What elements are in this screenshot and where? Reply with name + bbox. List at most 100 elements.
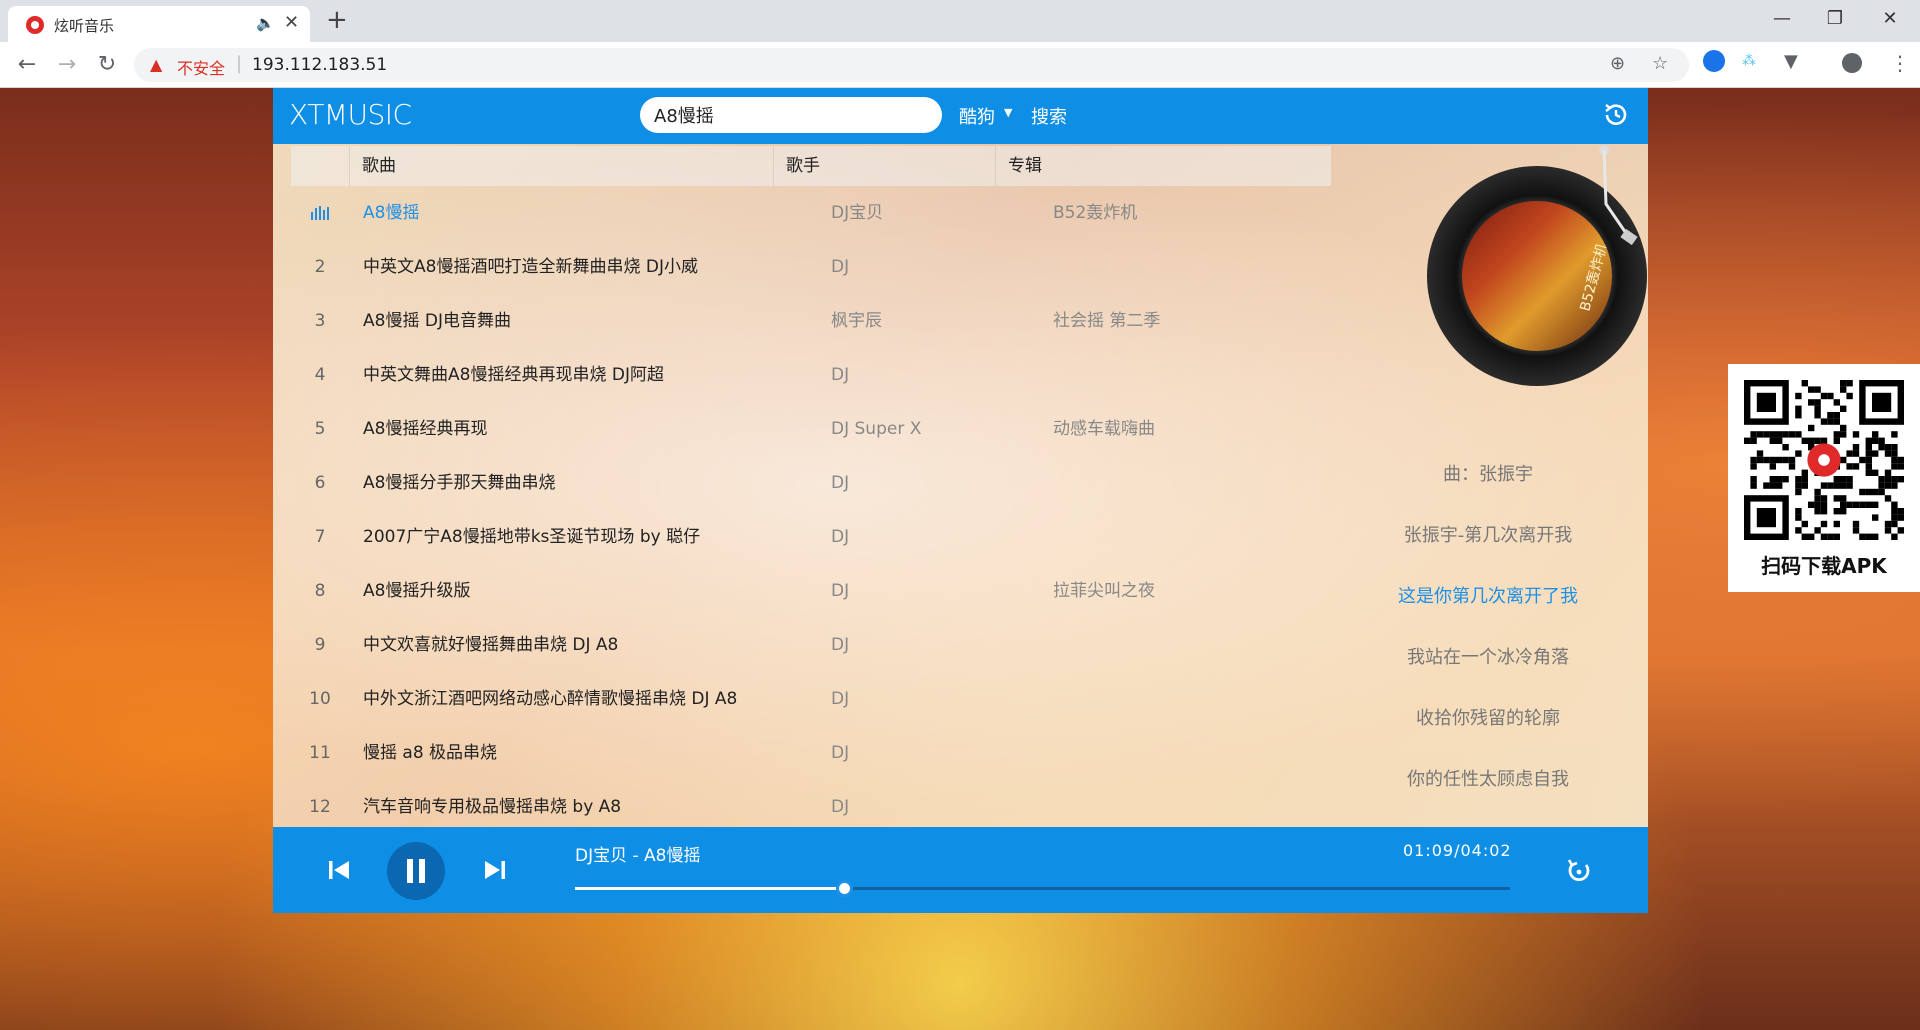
song-row[interactable]: 5 A8慢摇经典再现 DJ Super X 动感车载嗨曲 xyxy=(291,402,1331,456)
next-track-button[interactable] xyxy=(481,856,509,884)
restore-icon[interactable]: ❐ xyxy=(1805,4,1865,34)
previous-track-button[interactable] xyxy=(325,856,353,884)
row-index: 6 xyxy=(314,473,326,493)
song-row[interactable]: 4 中英文舞曲A8慢摇经典再现串烧 DJ阿超 DJ xyxy=(291,348,1331,402)
row-album[interactable]: B52轰炸机 xyxy=(1053,186,1137,240)
player-bar: DJ宝贝 - A8慢摇 01:09/04:02 xyxy=(273,827,1648,913)
search-input[interactable] xyxy=(640,97,942,133)
row-song-title[interactable]: A8慢摇分手那天舞曲串烧 xyxy=(363,456,555,510)
row-singer[interactable]: DJ Super X xyxy=(831,402,921,456)
row-singer[interactable]: DJ xyxy=(831,672,849,726)
row-song-title[interactable]: 汽车音响专用极品慢摇串烧 by A8 xyxy=(363,780,621,827)
row-song-title[interactable]: A8慢摇升级版 xyxy=(363,564,470,618)
qr-download-card[interactable]: 扫码下载APK xyxy=(1728,364,1920,592)
header-song: 歌曲 xyxy=(349,146,773,186)
row-song-title[interactable]: 2007广宁A8慢摇地带ks圣诞节现场 by 聪仔 xyxy=(363,510,700,564)
lyric-line-current: 这是你第几次离开了我 xyxy=(1398,586,1578,607)
tab-close-icon[interactable]: ✕ xyxy=(284,12,299,33)
app-header: XTMUSIC 酷狗 ▼ 搜索 xyxy=(273,88,1648,144)
row-song-title[interactable]: 中英文舞曲A8慢摇经典再现串烧 DJ阿超 xyxy=(363,348,664,402)
row-singer[interactable]: DJ xyxy=(831,726,849,780)
app-logo[interactable]: XTMUSIC xyxy=(289,98,412,131)
row-singer[interactable]: 枫宇辰 xyxy=(831,294,882,348)
header-index xyxy=(291,146,349,186)
address-bar[interactable]: ▲ 不安全 | 193.112.183.51 ⊕ ☆ xyxy=(134,48,1689,82)
now-playing-title: DJ宝贝 - A8慢摇 xyxy=(575,846,701,866)
row-index: 3 xyxy=(314,311,326,331)
forward-arrow-icon[interactable]: → xyxy=(52,50,82,80)
row-song-title[interactable]: 中英文A8慢摇酒吧打造全新舞曲串烧 DJ小威 xyxy=(363,240,698,294)
song-row[interactable]: 3 A8慢摇 DJ电音舞曲 枫宇辰 社会摇 第二季 xyxy=(291,294,1331,348)
extension-icon[interactable] xyxy=(1703,50,1725,72)
song-row[interactable]: 10 中外文浙江酒吧网络动感心醉情歌慢摇串烧 DJ A8 DJ xyxy=(291,672,1331,726)
extension-translate-icon[interactable]: ⁂ xyxy=(1742,53,1756,69)
row-singer[interactable]: DJ xyxy=(831,510,849,564)
row-song-title[interactable]: A8慢摇 DJ电音舞曲 xyxy=(363,294,511,348)
song-rows: A8慢摇 DJ宝贝 B52轰炸机 2 中英文A8慢摇酒吧打造全新舞曲串烧 DJ小威 DJ 3… xyxy=(291,186,1331,827)
row-index xyxy=(291,186,349,240)
minimize-icon[interactable]: — xyxy=(1752,4,1812,34)
row-index: 4 xyxy=(314,365,326,385)
playback-time: 01:09/04:02 xyxy=(1403,841,1512,860)
row-song-title[interactable]: A8慢摇 xyxy=(363,186,419,240)
url-separator: | xyxy=(236,53,243,74)
tonearm-icon xyxy=(1599,145,1638,246)
source-select[interactable]: 酷狗 xyxy=(959,103,995,129)
row-album[interactable]: 动感车载嗨曲 xyxy=(1053,402,1155,456)
row-song-title[interactable]: A8慢摇经典再现 xyxy=(363,402,487,456)
song-row[interactable]: 11 慢摇 a8 极品串烧 DJ xyxy=(291,726,1331,780)
row-singer[interactable]: DJ xyxy=(831,456,849,510)
song-row[interactable]: 12 汽车音响专用极品慢摇串烧 by A8 DJ xyxy=(291,780,1331,827)
header-album: 专辑 xyxy=(995,146,1331,186)
zoom-icon[interactable]: ⊕ xyxy=(1610,53,1625,74)
lyrics-list: 曲：张振宇 张振宇-第几次离开我 这是你第几次离开了我 我站在一个冰冷角落 收拾你残留的… xyxy=(1328,444,1648,810)
loop-mode-icon[interactable] xyxy=(1563,854,1595,886)
lyric-line: 收拾你残留的轮廓 xyxy=(1416,708,1560,729)
url-text[interactable]: 193.112.183.51 xyxy=(252,55,387,75)
row-singer[interactable]: DJ宝贝 xyxy=(831,186,883,240)
music-app: XTMUSIC 酷狗 ▼ 搜索 歌曲 歌手 专辑 A8慢摇 DJ宝贝 B52轰炸机 2… xyxy=(273,88,1648,913)
caret-down-icon[interactable]: ▼ xyxy=(1004,106,1012,119)
row-album[interactable]: 拉菲尖叫之夜 xyxy=(1053,564,1155,618)
menu-kebab-icon[interactable]: ⋮ xyxy=(1890,51,1910,75)
row-index: 7 xyxy=(314,527,326,547)
progress-handle[interactable] xyxy=(836,880,854,897)
new-tab-plus-icon[interactable]: + xyxy=(326,6,348,34)
progress-track[interactable] xyxy=(575,880,1510,897)
song-row[interactable]: 8 A8慢摇升级版 DJ 拉菲尖叫之夜 xyxy=(291,564,1331,618)
row-singer[interactable]: DJ xyxy=(831,240,849,294)
row-index: 9 xyxy=(314,635,326,655)
tab-title: 炫听音乐 xyxy=(54,17,115,35)
history-icon[interactable] xyxy=(1601,100,1631,130)
row-singer[interactable]: DJ xyxy=(831,780,849,827)
row-album[interactable]: 社会摇 第二季 xyxy=(1053,294,1160,348)
row-singer[interactable]: DJ xyxy=(831,618,849,672)
song-row[interactable]: 7 2007广宁A8慢摇地带ks圣诞节现场 by 聪仔 DJ xyxy=(291,510,1331,564)
row-song-title[interactable]: 慢摇 a8 极品串烧 xyxy=(363,726,497,780)
pause-button[interactable] xyxy=(387,842,445,900)
window-close-icon[interactable]: ✕ xyxy=(1860,4,1920,34)
site-favicon-icon xyxy=(26,16,44,34)
song-row[interactable]: 2 中英文A8慢摇酒吧打造全新舞曲串烧 DJ小威 DJ xyxy=(291,240,1331,294)
not-secure-label[interactable]: 不安全 xyxy=(177,55,225,79)
reload-icon[interactable]: ↻ xyxy=(92,50,122,80)
lyric-line: 你的任性太顾虑自我 xyxy=(1407,769,1569,790)
song-row[interactable]: 9 中文欢喜就好慢摇舞曲串烧 DJ A8 DJ xyxy=(291,618,1331,672)
extension-v-icon[interactable]: ▼ xyxy=(1784,51,1798,72)
row-index: 10 xyxy=(309,689,331,709)
speaker-icon[interactable]: 🔈 xyxy=(256,14,275,32)
header-singer: 歌手 xyxy=(773,146,995,186)
search-button[interactable]: 搜索 xyxy=(1031,103,1067,129)
song-row[interactable]: 6 A8慢摇分手那天舞曲串烧 DJ xyxy=(291,456,1331,510)
row-song-title[interactable]: 中文欢喜就好慢摇舞曲串烧 DJ A8 xyxy=(363,618,618,672)
row-singer[interactable]: DJ xyxy=(831,564,849,618)
song-row[interactable]: A8慢摇 DJ宝贝 B52轰炸机 xyxy=(291,186,1331,240)
row-singer[interactable]: DJ xyxy=(831,348,849,402)
bookmark-star-icon[interactable]: ☆ xyxy=(1652,53,1668,74)
back-arrow-icon[interactable]: ← xyxy=(12,50,42,80)
browser-tab[interactable]: 炫听音乐 🔈 ✕ xyxy=(8,6,310,42)
profile-avatar-icon[interactable] xyxy=(1842,53,1862,73)
warning-triangle-icon[interactable]: ▲ xyxy=(150,55,162,74)
row-song-title[interactable]: 中外文浙江酒吧网络动感心醉情歌慢摇串烧 DJ A8 xyxy=(363,672,737,726)
browser-toolbar: ← → ↻ ▲ 不安全 | 193.112.183.51 ⊕ ☆ ⁂ ▼ ⋮ xyxy=(0,42,1920,88)
